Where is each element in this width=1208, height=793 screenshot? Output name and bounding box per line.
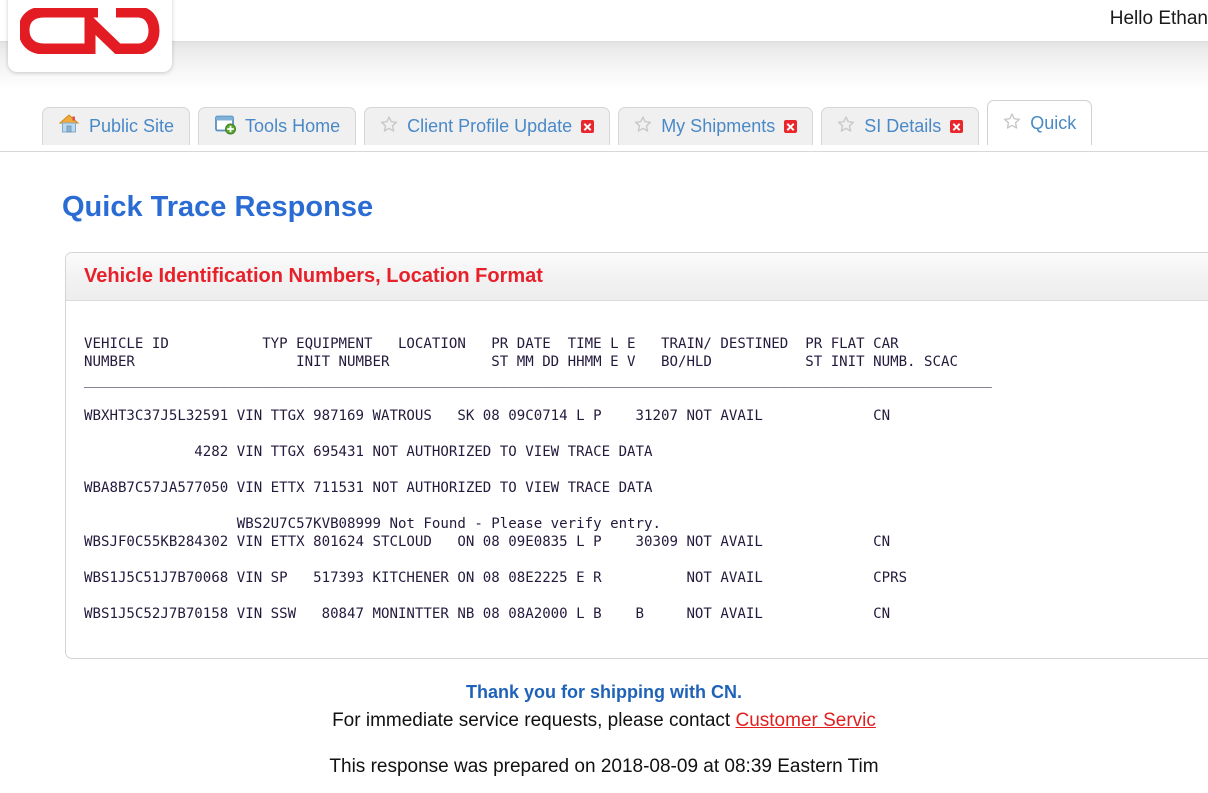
tab-label: My Shipments xyxy=(661,116,776,136)
tab-public-site[interactable]: Public Site xyxy=(42,107,191,145)
footer-prepared-timestamp: This response was prepared on 2018-08-09… xyxy=(329,756,879,777)
header-gradient-band xyxy=(0,41,1208,90)
panel-title: Vehicle Identification Numbers, Location… xyxy=(84,265,543,287)
tab-si-details[interactable]: SI Details xyxy=(821,107,980,145)
star-icon xyxy=(837,115,855,138)
footer-contact-prefix: For immediate service requests, please c… xyxy=(332,710,736,731)
tab-close-icon[interactable] xyxy=(950,120,964,133)
star-icon xyxy=(634,115,652,138)
panel-header: Vehicle Identification Numbers, Location… xyxy=(66,253,1208,301)
tab-my-shipments[interactable]: My Shipments xyxy=(618,107,814,145)
tab-tools-home[interactable]: Tools Home xyxy=(198,107,357,145)
tab-client-profile-update[interactable]: Client Profile Update xyxy=(364,107,611,145)
user-greeting: Hello Ethan xyxy=(1109,8,1208,29)
tab-strip: Public Site Tools Home Client Profile Up… xyxy=(42,100,1093,145)
footer-thanks: Thank you for shipping with CN. xyxy=(466,682,742,702)
panel-body: VEHICLE ID TYP EQUIPMENT LOCATION PR DAT… xyxy=(66,301,1208,623)
header-white-band xyxy=(0,0,1208,41)
star-icon xyxy=(380,115,398,138)
header-divider xyxy=(0,41,1208,42)
cn-logo-icon xyxy=(20,8,160,54)
cn-logo[interactable] xyxy=(8,0,172,72)
tab-close-icon[interactable] xyxy=(784,120,798,133)
footer-contact-line: For immediate service requests, please c… xyxy=(0,710,1208,732)
tab-bar: Public Site Tools Home Client Profile Up… xyxy=(0,90,1208,152)
star-icon xyxy=(1003,112,1021,135)
trace-report-text: VEHICLE ID TYP EQUIPMENT LOCATION PR DAT… xyxy=(84,336,992,622)
site-header: Hello Ethan xyxy=(0,0,1208,90)
tab-label: Client Profile Update xyxy=(407,116,573,136)
tab-close-icon[interactable] xyxy=(581,120,595,133)
trace-results-panel: Vehicle Identification Numbers, Location… xyxy=(65,252,1208,659)
page-title: Quick Trace Response xyxy=(62,191,374,223)
tab-label: Quick xyxy=(1030,112,1077,133)
tab-label: SI Details xyxy=(864,116,942,136)
customer-service-link[interactable]: Customer Servic xyxy=(735,710,875,731)
house-icon xyxy=(58,113,80,140)
page-footer: Thank you for shipping with CN. For imme… xyxy=(0,682,1208,778)
tab-label: Public Site xyxy=(89,116,175,136)
tab-quick-trace[interactable]: Quick xyxy=(987,100,1093,145)
window-icon xyxy=(214,113,237,140)
tab-label: Tools Home xyxy=(245,116,341,136)
